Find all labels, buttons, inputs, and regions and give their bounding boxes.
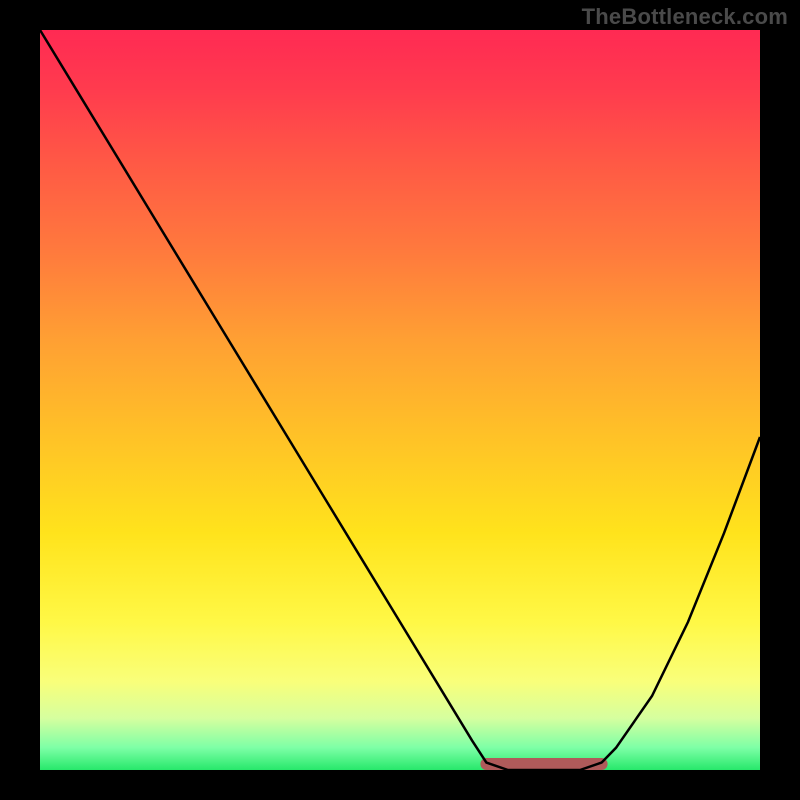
chart-frame: TheBottleneck.com (0, 0, 800, 800)
curve-line (40, 30, 760, 770)
chart-svg (40, 30, 760, 770)
watermark-text: TheBottleneck.com (582, 4, 788, 30)
plot-area (40, 30, 760, 770)
